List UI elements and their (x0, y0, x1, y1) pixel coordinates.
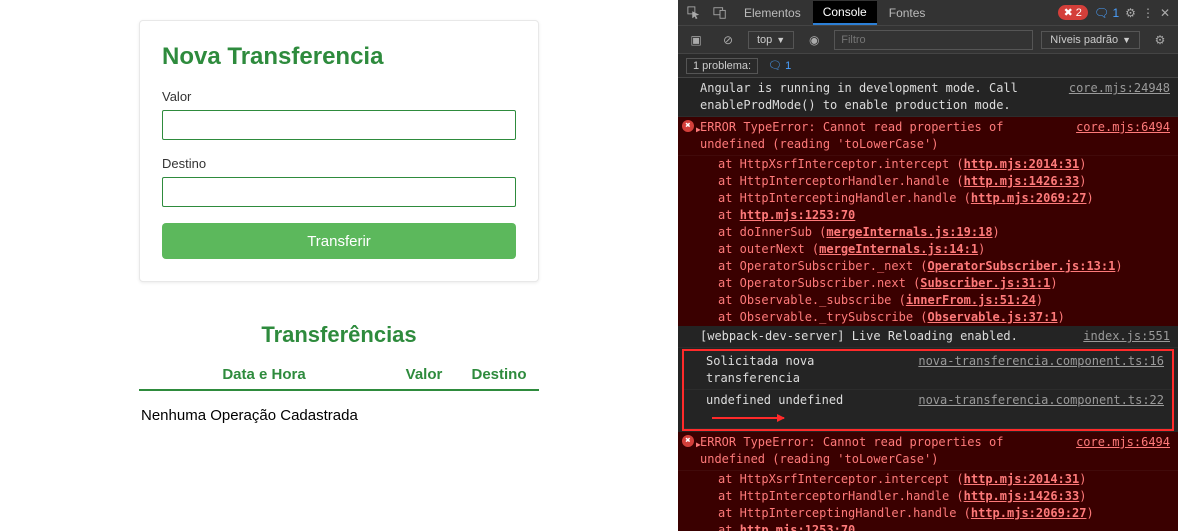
problems-bar[interactable]: 1 problema: 🗨 1 (678, 54, 1178, 78)
stack-frame: at Observable._subscribe (innerFrom.js:5… (678, 292, 1178, 309)
console-error-row: ✖▶ERROR TypeError: Cannot read propertie… (678, 432, 1178, 471)
stack-frame: at outerNext (mergeInternals.js:14:1) (678, 241, 1178, 258)
stack-source-link[interactable]: mergeInternals.js:14:1 (819, 242, 978, 256)
expand-icon[interactable]: ▶ (696, 436, 701, 453)
transfer-list-section: Transferências Data e Hora Valor Destino… (139, 322, 539, 432)
levels-dropdown[interactable]: Níveis padrão▼ (1041, 31, 1140, 49)
valor-input[interactable] (162, 110, 516, 140)
clear-console-icon[interactable]: ⊘ (716, 28, 740, 52)
stack-frame: at HttpInterceptorHandler.handle (http.m… (678, 173, 1178, 190)
console-error-row: ✖▶ERROR TypeError: Cannot read propertie… (678, 117, 1178, 156)
console-log-row: Solicitada nova transferencia nova-transf… (684, 351, 1172, 390)
problems-label: 1 problema: (686, 58, 758, 74)
device-toggle-icon[interactable] (708, 1, 732, 25)
gear-icon[interactable]: ⚙ (1148, 28, 1172, 52)
col-valor: Valor (389, 366, 459, 383)
log-message: [webpack-dev-server] Live Reloading enab… (700, 328, 1018, 345)
stack-source-link[interactable]: Observable.js:37:1 (928, 310, 1058, 324)
col-data-hora: Data e Hora (139, 366, 389, 383)
tab-sources[interactable]: Fontes (879, 2, 936, 24)
arrow-annotation (712, 417, 784, 419)
console-body[interactable]: Angular is running in development mode. … (678, 78, 1178, 531)
log-source-link[interactable]: index.js:551 (1083, 328, 1170, 345)
stack-source-link[interactable]: http.mjs:1426:33 (964, 489, 1080, 503)
x-icon: ✖ (1064, 6, 1073, 19)
stack-frame: at OperatorSubscriber._next (OperatorSub… (678, 258, 1178, 275)
stack-source-link[interactable]: Subscriber.js:31:1 (920, 276, 1050, 290)
destino-input[interactable] (162, 177, 516, 207)
valor-label: Valor (162, 89, 516, 104)
stack-frame: at http.mjs:1253:70 (678, 522, 1178, 531)
devtools-tabstrip: Elementos Console Fontes ✖2 🗨 1 ⚙ ⋮ ✕ (678, 0, 1178, 26)
stack-source-link[interactable]: http.mjs:1253:70 (740, 523, 856, 531)
expand-icon[interactable]: ▶ (696, 121, 701, 138)
destino-label: Destino (162, 156, 516, 171)
log-message: undefined undefined (706, 392, 906, 426)
log-message: ERROR TypeError: Cannot read properties … (700, 119, 1064, 153)
stack-source-link[interactable]: OperatorSubscriber.js:13:1 (928, 259, 1116, 273)
stack-source-link[interactable]: mergeInternals.js:19:18 (826, 225, 992, 239)
stack-frame: at http.mjs:1253:70 (678, 207, 1178, 224)
stack-source-link[interactable]: http.mjs:2069:27 (971, 191, 1087, 205)
stack-frame: at Observable._trySubscribe (Observable.… (678, 309, 1178, 326)
console-toolbar: ▣ ⊘ top▼ ◉ Níveis padrão▼ ⚙ (678, 26, 1178, 54)
stack-source-link[interactable]: innerFrom.js:51:24 (906, 293, 1036, 307)
log-source-link[interactable]: core.mjs:6494 (1076, 434, 1170, 468)
console-log-row: undefined undefined nova-transferencia.co… (684, 390, 1172, 429)
filter-input[interactable] (834, 30, 1033, 50)
chevron-down-icon: ▼ (776, 35, 785, 45)
stack-frame: at HttpInterceptingHandler.handle (http.… (678, 190, 1178, 207)
devtools-pane: Elementos Console Fontes ✖2 🗨 1 ⚙ ⋮ ✕ ▣ … (678, 0, 1178, 531)
log-source-link[interactable]: nova-transferencia.component.ts:22 (918, 392, 1164, 426)
eye-icon[interactable]: ◉ (802, 28, 826, 52)
stack-frame: at HttpInterceptorHandler.handle (http.m… (678, 488, 1178, 505)
context-dropdown[interactable]: top▼ (748, 31, 794, 49)
console-log-row: Angular is running in development mode. … (678, 78, 1178, 117)
col-destino: Destino (459, 366, 539, 383)
console-sidebar-toggle-icon[interactable]: ▣ (684, 28, 708, 52)
form-title: Nova Transferencia (162, 43, 516, 71)
log-message: Angular is running in development mode. … (700, 80, 1057, 114)
transfer-button[interactable]: Transferir (162, 223, 516, 259)
log-message: Solicitada nova transferencia (706, 353, 906, 387)
transfer-form-card: Nova Transferencia Valor Destino Transfe… (139, 20, 539, 282)
stack-frame: at doInnerSub (mergeInternals.js:19:18) (678, 224, 1178, 241)
problems-count: 🗨 1 (768, 59, 791, 72)
close-icon[interactable]: ✕ (1160, 6, 1170, 20)
error-count-badge[interactable]: ✖2 (1058, 5, 1088, 20)
error-icon: ✖ (682, 120, 694, 132)
log-source-link[interactable]: core.mjs:24948 (1069, 80, 1170, 114)
app-pane: Nova Transferencia Valor Destino Transfe… (0, 0, 678, 531)
log-source-link[interactable]: core.mjs:6494 (1076, 119, 1170, 153)
stack-source-link[interactable]: http.mjs:2014:31 (964, 157, 1080, 171)
tab-elements[interactable]: Elementos (734, 2, 811, 24)
chevron-down-icon: ▼ (1122, 35, 1131, 45)
empty-list-message: Nenhuma Operação Cadastrada (139, 391, 539, 432)
stack-source-link[interactable]: http.mjs:1426:33 (964, 174, 1080, 188)
error-icon: ✖ (682, 435, 694, 447)
stack-source-link[interactable]: http.mjs:2069:27 (971, 506, 1087, 520)
stack-frame: at HttpXsrfInterceptor.intercept (http.m… (678, 471, 1178, 488)
more-icon[interactable]: ⋮ (1142, 6, 1154, 20)
tab-console[interactable]: Console (813, 1, 877, 25)
stack-source-link[interactable]: http.mjs:1253:70 (740, 208, 856, 222)
highlighted-logs: Solicitada nova transferencia nova-transf… (682, 349, 1174, 431)
console-log-row: [webpack-dev-server] Live Reloading enab… (678, 326, 1178, 348)
inspect-icon[interactable] (682, 1, 706, 25)
log-message: ERROR TypeError: Cannot read properties … (700, 434, 1064, 468)
info-badge[interactable]: 🗨 1 (1094, 6, 1119, 20)
list-title: Transferências (139, 322, 539, 348)
stack-frame: at OperatorSubscriber.next (Subscriber.j… (678, 275, 1178, 292)
stack-frame: at HttpInterceptingHandler.handle (http.… (678, 505, 1178, 522)
log-source-link[interactable]: nova-transferencia.component.ts:16 (918, 353, 1164, 387)
stack-frame: at HttpXsrfInterceptor.intercept (http.m… (678, 156, 1178, 173)
stack-source-link[interactable]: http.mjs:2014:31 (964, 472, 1080, 486)
gear-icon[interactable]: ⚙ (1125, 6, 1136, 20)
table-header: Data e Hora Valor Destino (139, 366, 539, 391)
